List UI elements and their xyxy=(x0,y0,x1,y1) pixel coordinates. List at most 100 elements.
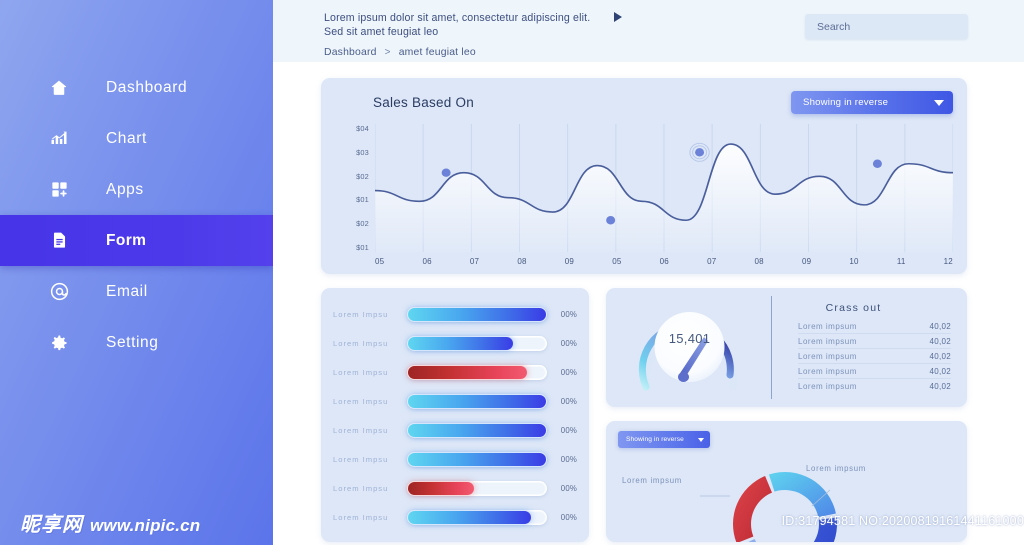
x-tick: 06 xyxy=(659,257,669,266)
crass-out-row: Lorem impsum 40,02 xyxy=(798,379,951,393)
progress-bar-track[interactable] xyxy=(407,394,547,409)
progress-bar-track[interactable] xyxy=(407,423,547,438)
chart-plot-wrap: $04 $03 $02 $01 $02 $01 05 06 07 08 09 0… xyxy=(335,124,953,276)
dropdown-label: Showing in reverse xyxy=(626,436,684,443)
progress-bars-list: Lorem Impsu 00% Lorem Impsu 00% Lorem Impsu 0… xyxy=(333,300,577,532)
watermark-url: www.nipic.cn xyxy=(90,516,201,535)
crass-out-row-name: Lorem impsum xyxy=(798,336,857,346)
bar-chart-icon xyxy=(48,128,70,150)
crass-out-row-name: Lorem impsum xyxy=(798,381,857,391)
y-tick: $04 xyxy=(356,124,369,133)
sidebar-item-label: Apps xyxy=(106,180,144,198)
x-tick: 08 xyxy=(517,257,527,266)
chart-data-point[interactable] xyxy=(606,216,616,225)
progress-bar-track[interactable] xyxy=(407,481,547,496)
sidebar-nav: Dashboard Chart Apps Form Email Setting xyxy=(0,62,273,368)
crass-out-row-value: 40,02 xyxy=(929,321,951,331)
crass-out-row: Lorem impsum 40,02 xyxy=(798,319,951,334)
donut-label: Lorem impsum xyxy=(618,541,678,542)
right-column: 15,401 Crass out Lorem impsum 40,02 Lorem … xyxy=(606,288,967,542)
search-input[interactable] xyxy=(805,14,968,39)
progress-bar-track[interactable] xyxy=(407,510,547,525)
progress-bar-percent: 00% xyxy=(560,426,577,435)
progress-bar-percent: 00% xyxy=(560,397,577,406)
at-email-icon xyxy=(48,281,70,303)
main-area: Lorem ipsum dolor sit amet, consectetur … xyxy=(273,0,1024,545)
donut-label: Lorem impsum xyxy=(622,476,682,485)
sidebar-item-chart[interactable]: Chart xyxy=(0,113,273,164)
gauge-svg xyxy=(638,312,737,391)
progress-bar-row: Lorem Impsu 00% xyxy=(333,387,577,416)
x-tick: 10 xyxy=(849,257,859,266)
crass-out-row: Lorem impsum 40,02 xyxy=(798,364,951,379)
dropdown-label: Showing in reverse xyxy=(803,97,889,108)
form-document-icon xyxy=(48,230,70,252)
sales-chart-card: Sales Based On Showing in reverse $04 $0… xyxy=(321,78,967,274)
sidebar-item-apps[interactable]: Apps xyxy=(0,164,273,215)
progress-bar-fill xyxy=(408,395,546,408)
gauge-card: 15,401 Crass out Lorem impsum 40,02 Lorem … xyxy=(606,288,967,407)
stock-id-watermark: ID:31794581 NO:20200819161441161000 xyxy=(781,514,1024,528)
x-tick: 06 xyxy=(422,257,432,266)
sidebar-item-dashboard[interactable]: Dashboard xyxy=(0,62,273,113)
donut-segment[interactable] xyxy=(733,475,772,542)
progress-bar-label: Lorem Impsu xyxy=(333,339,389,348)
progress-bar-label: Lorem Impsu xyxy=(333,397,389,406)
y-tick: $01 xyxy=(356,242,369,252)
chart-data-point[interactable] xyxy=(695,148,705,157)
progress-bar-percent: 00% xyxy=(560,339,577,348)
sidebar-item-form[interactable]: Form xyxy=(0,215,273,266)
progress-bar-percent: 00% xyxy=(560,513,577,522)
chart-view-dropdown[interactable]: Showing in reverse xyxy=(791,91,953,114)
sidebar-item-email[interactable]: Email xyxy=(0,266,273,317)
progress-bar-label: Lorem Impsu xyxy=(333,368,389,377)
progress-bar-label: Lorem Impsu xyxy=(333,455,389,464)
crass-out-row: Lorem impsum 40,02 xyxy=(798,334,951,349)
chart-data-point[interactable] xyxy=(441,168,451,177)
progress-bar-row: Lorem Impsu 00% xyxy=(333,300,577,329)
site-watermark: 昵享网 www.nipic.cn xyxy=(20,508,200,537)
sidebar-item-label: Form xyxy=(106,231,147,249)
breadcrumb-root[interactable]: Dashboard xyxy=(324,47,377,58)
crass-out-row-name: Lorem impsum xyxy=(798,366,857,376)
progress-bar-track[interactable] xyxy=(407,365,547,380)
apps-grid-icon xyxy=(48,179,70,201)
sidebar-item-label: Email xyxy=(106,282,148,300)
crass-out-row: Lorem impsum 40,02 xyxy=(798,349,951,364)
x-tick: 11 xyxy=(896,257,906,266)
progress-bar-label: Lorem Impsu xyxy=(333,484,389,493)
progress-bar-fill xyxy=(408,308,546,321)
x-tick: 09 xyxy=(564,257,575,266)
crass-out-row-value: 40,02 xyxy=(929,366,951,376)
play-triangle-icon[interactable] xyxy=(614,12,623,22)
chart-data-point[interactable] xyxy=(872,159,882,168)
x-tick: 05 xyxy=(612,257,622,266)
home-icon xyxy=(48,77,70,99)
progress-bar-fill xyxy=(408,424,546,437)
crass-out-row-name: Lorem impsum xyxy=(798,351,857,361)
progress-bar-label: Lorem Impsu xyxy=(333,310,389,319)
chart-title: Sales Based On xyxy=(373,95,475,110)
y-tick: $02 xyxy=(356,219,369,229)
topbar: Lorem ipsum dolor sit amet, consectetur … xyxy=(273,0,1024,62)
x-tick: 09 xyxy=(801,257,812,266)
donut-segment[interactable] xyxy=(738,538,794,542)
progress-bar-row: Lorem Impsu 00% xyxy=(333,358,577,387)
progress-bar-track[interactable] xyxy=(407,336,547,351)
x-tick: 05 xyxy=(375,257,385,266)
progress-bar-row: Lorem Impsu 00% xyxy=(333,445,577,474)
gear-icon xyxy=(48,332,70,354)
donut-segment[interactable] xyxy=(768,472,836,518)
watermark-logo-text: 昵享网 xyxy=(20,512,83,536)
chart-x-axis: 05 06 07 08 09 05 06 07 08 09 10 11 12 xyxy=(375,257,953,266)
sidebar-item-label: Dashboard xyxy=(106,78,188,96)
progress-bar-track[interactable] xyxy=(407,452,547,467)
breadcrumb: Dashboard > amet feugiat leo xyxy=(324,47,1024,58)
progress-bar-label: Lorem Impsu xyxy=(333,426,389,435)
chart-y-axis: $04 $03 $02 $01 $02 $01 xyxy=(335,124,369,252)
donut-view-dropdown[interactable]: Showing in reverse xyxy=(618,431,710,448)
progress-bar-row: Lorem Impsu 00% xyxy=(333,416,577,445)
sidebar-item-setting[interactable]: Setting xyxy=(0,317,273,368)
progress-bar-track[interactable] xyxy=(407,307,547,322)
gauge-widget: 15,401 xyxy=(622,295,757,400)
